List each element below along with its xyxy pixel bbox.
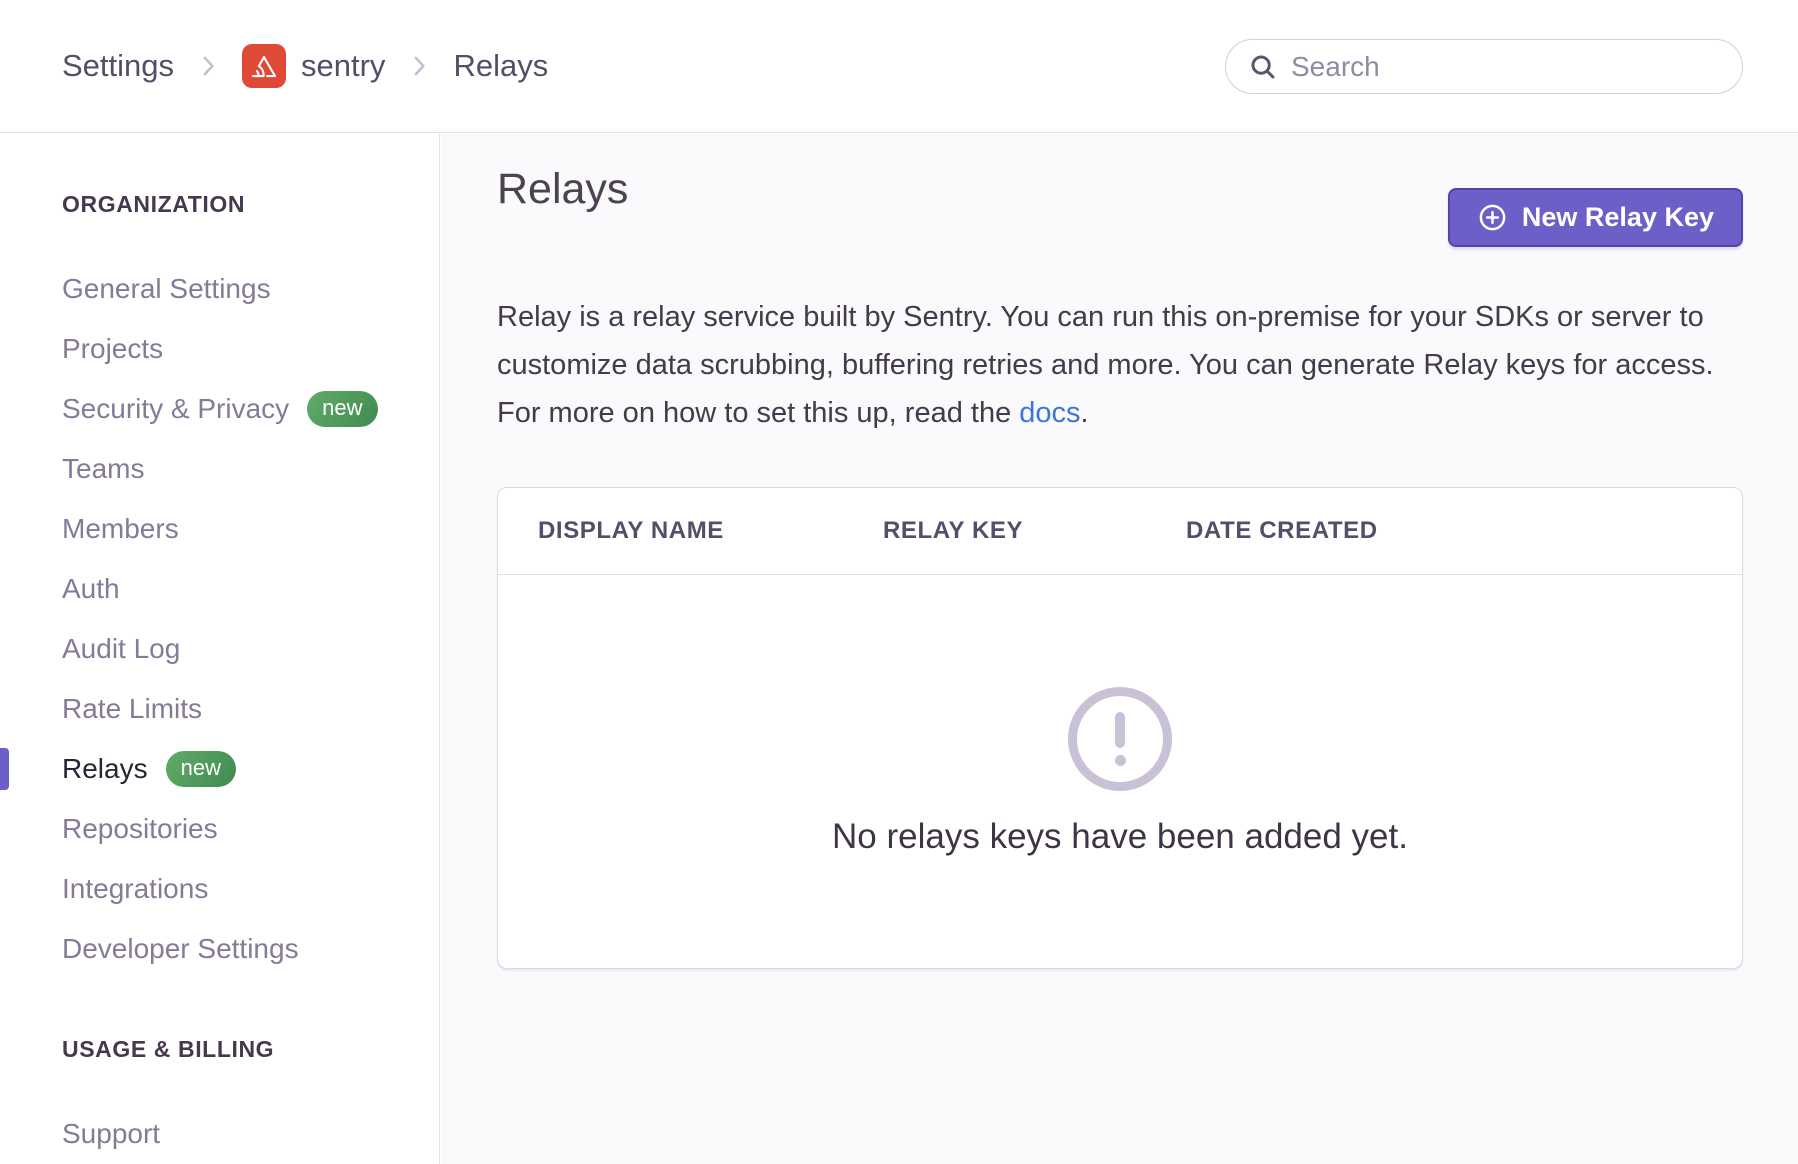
search-icon (1248, 52, 1278, 82)
new-relay-key-label: New Relay Key (1522, 202, 1714, 233)
sidebar-item-label: Security & Privacy (62, 393, 289, 425)
sidebar-item-general-settings[interactable]: General Settings (0, 259, 439, 319)
search-box[interactable] (1225, 39, 1743, 94)
sidebar-item-support[interactable]: Support (0, 1104, 439, 1164)
sidebar-section-list: Support (0, 1104, 439, 1164)
breadcrumb-org-sentry[interactable]: sentry (301, 48, 385, 84)
new-relay-key-button[interactable]: New Relay Key (1448, 188, 1743, 247)
breadcrumb: Settings sentry Relays (62, 0, 548, 132)
description-period: . (1081, 397, 1089, 429)
column-header-date-created: DATE CREATED (1186, 517, 1702, 545)
sidebar-item-label: Teams (62, 453, 144, 485)
relay-keys-panel: DISPLAY NAMERELAY KEYDATE CREATED No rel… (497, 487, 1743, 969)
sidebar-item-developer-settings[interactable]: Developer Settings (0, 919, 439, 979)
sidebar-item-members[interactable]: Members (0, 499, 439, 559)
docs-link[interactable]: docs (1019, 397, 1080, 429)
table-header-row: DISPLAY NAMERELAY KEYDATE CREATED (498, 488, 1742, 575)
relay-description: Relay is a relay service built by Sentry… (497, 293, 1743, 437)
exclamation-bar (1115, 712, 1125, 748)
main-content: Relays New Relay Key Relay is a relay se… (441, 134, 1798, 1164)
sidebar-item-relays[interactable]: Relays new (0, 739, 439, 799)
chevron-right-icon (404, 51, 434, 81)
new-badge: new (166, 751, 236, 787)
search-input[interactable] (1291, 51, 1720, 83)
sidebar-item-auth[interactable]: Auth (0, 559, 439, 619)
sidebar-section-heading: ORGANIZATION (62, 191, 439, 218)
title-row: Relays New Relay Key (497, 166, 1743, 247)
circle-plus-icon (1477, 202, 1508, 233)
active-indicator (0, 748, 9, 790)
settings-sidebar: ORGANIZATION General Settings Projects Secu… (0, 134, 440, 1164)
top-header: Settings sentry Relays (0, 0, 1798, 133)
sidebar-item-repositories[interactable]: Repositories (0, 799, 439, 859)
sidebar-item-audit-log[interactable]: Audit Log (0, 619, 439, 679)
sidebar-item-label: Developer Settings (62, 933, 299, 965)
sidebar-item-security-privacy[interactable]: Security & Privacy new (0, 379, 439, 439)
empty-state-message: No relays keys have been added yet. (832, 817, 1408, 857)
description-text: Relay is a relay service built by Sentry… (497, 301, 1714, 429)
sidebar-item-label: Relays (62, 753, 148, 785)
sidebar-item-rate-limits[interactable]: Rate Limits (0, 679, 439, 739)
page-title: Relays (497, 166, 628, 211)
sidebar-item-label: Integrations (62, 873, 208, 905)
sidebar-item-teams[interactable]: Teams (0, 439, 439, 499)
sidebar-item-integrations[interactable]: Integrations (0, 859, 439, 919)
sidebar-item-label: Rate Limits (62, 693, 202, 725)
sidebar-section-heading: USAGE & BILLING (62, 1036, 439, 1063)
sidebar-item-label: Audit Log (62, 633, 180, 665)
table-empty-state: No relays keys have been added yet. (498, 575, 1742, 968)
sidebar-item-label: General Settings (62, 273, 271, 305)
sidebar-item-label: Repositories (62, 813, 218, 845)
sidebar-item-label: Auth (62, 573, 120, 605)
new-badge: new (307, 391, 377, 427)
column-header-display-name: DISPLAY NAME (538, 517, 883, 545)
breadcrumb-relays: Relays (453, 48, 548, 84)
sentry-logo-icon (242, 44, 286, 88)
column-header-relay-key: RELAY KEY (883, 517, 1186, 545)
chevron-right-icon (193, 51, 223, 81)
sidebar-item-label: Projects (62, 333, 163, 365)
sidebar-item-label: Support (62, 1118, 160, 1150)
breadcrumb-settings[interactable]: Settings (62, 48, 174, 84)
exclamation-circle-icon (1068, 687, 1172, 791)
sidebar-item-label: Members (62, 513, 179, 545)
sidebar-section-list: General Settings Projects Security & Priva… (0, 259, 439, 979)
sidebar-sections: ORGANIZATION General Settings Projects Secu… (0, 191, 439, 1164)
app-window: Settings sentry Relays ORGANI (0, 0, 1798, 1164)
exclamation-dot (1115, 755, 1126, 766)
sidebar-item-projects[interactable]: Projects (0, 319, 439, 379)
